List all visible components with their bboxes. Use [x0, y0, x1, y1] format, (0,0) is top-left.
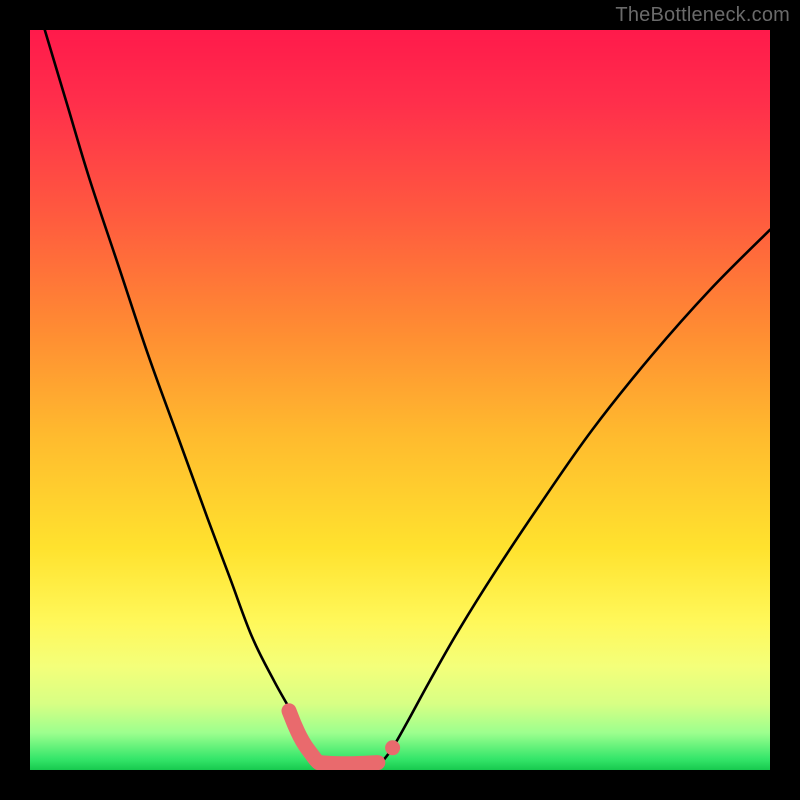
- watermark-label: TheBottleneck.com: [615, 4, 790, 27]
- gradient-background: [30, 30, 770, 770]
- chart-frame: TheBottleneck.com: [0, 0, 800, 800]
- plot-area: [30, 30, 770, 770]
- highlight-dot: [385, 740, 400, 755]
- highlight-bottom: [319, 763, 378, 764]
- plot-svg: [30, 30, 770, 770]
